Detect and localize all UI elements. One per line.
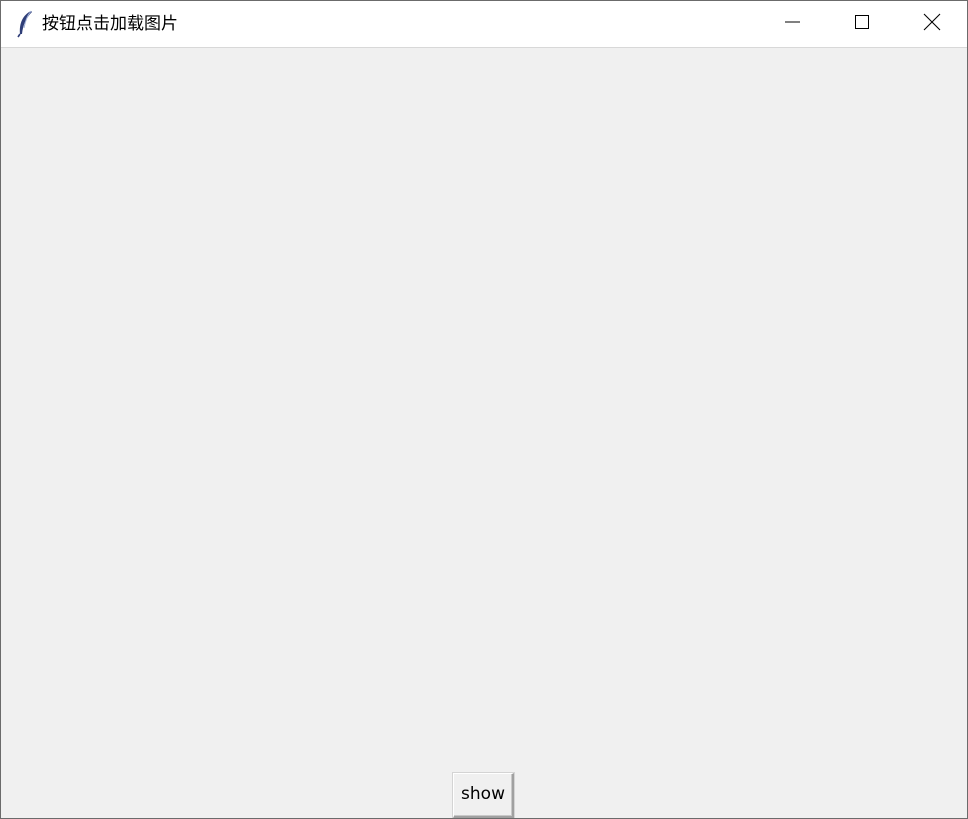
client-area: show bbox=[1, 48, 967, 818]
app-window: 按钮点击加载图片 show bbox=[0, 0, 968, 819]
show-button[interactable]: show bbox=[453, 773, 514, 818]
title-bar[interactable]: 按钮点击加载图片 bbox=[1, 1, 967, 48]
maximize-icon bbox=[854, 14, 870, 34]
window-title: 按钮点击加载图片 bbox=[42, 14, 178, 34]
feather-icon bbox=[15, 10, 35, 38]
minimize-button[interactable] bbox=[757, 1, 827, 47]
close-icon bbox=[923, 13, 941, 35]
maximize-button[interactable] bbox=[827, 1, 897, 47]
close-button[interactable] bbox=[897, 1, 967, 47]
minimize-icon bbox=[784, 14, 800, 34]
